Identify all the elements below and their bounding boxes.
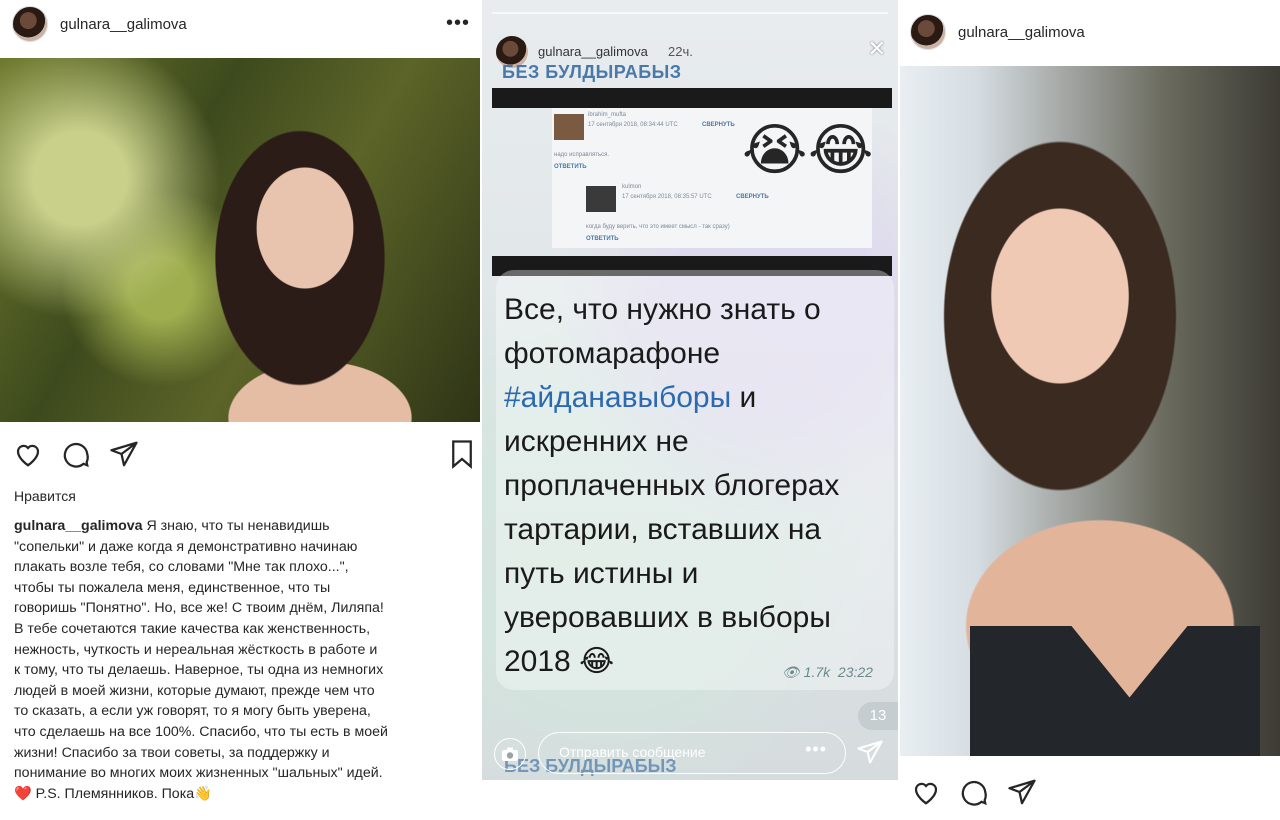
comment-date: 17 сентября 2018, 08:35:57 UTC <box>622 194 712 200</box>
avatar[interactable] <box>910 14 946 50</box>
story-progress-bar <box>492 12 888 14</box>
caption-ps: P.S. Племянников. Пока <box>31 785 195 802</box>
post-actions <box>910 776 1038 808</box>
post-header: gulnara__galimova ••• <box>0 0 480 48</box>
comment-text: когда буду верить, что это имеет смысл -… <box>586 224 730 230</box>
share-direct-icon[interactable] <box>108 438 140 470</box>
heart-emoji-icon: ❤️ <box>14 785 32 802</box>
message-input[interactable]: Отправить сообщение ••• <box>538 732 846 774</box>
username[interactable]: gulnara__galimova <box>958 24 1085 41</box>
camera-icon[interactable] <box>494 738 526 770</box>
comment-date: 17 сентября 2018, 08:34:44 UTC <box>588 122 678 128</box>
likes-label[interactable]: Нравится <box>14 488 76 504</box>
message-placeholder: Отправить сообщение <box>559 744 706 760</box>
caption-line: понимание во многих моих жизненных "шаль… <box>14 765 383 782</box>
caption-line: чтобы ты пожалела меня, единственное, чт… <box>14 579 331 596</box>
close-icon[interactable]: ✕ <box>868 36 886 62</box>
story-text: Все, что нужно знать о фотомарафоне #айд… <box>504 288 884 684</box>
caption-line: что сделаешь на все 100%. Спасибо, что т… <box>14 723 388 740</box>
comment-collapse: СВЕРНУТЬ <box>736 194 769 200</box>
laughing-emoji-icon: 😂 <box>579 645 615 678</box>
post-actions <box>12 438 140 470</box>
message-time: 23:22 <box>837 664 873 680</box>
story-time: 22ч. <box>668 44 693 59</box>
story-viewer[interactable]: gulnara__galimova 22ч. ✕ БЕЗ БУЛДЫРАБЫЗ … <box>482 0 898 780</box>
comment-text: надо исправляться. <box>554 152 610 158</box>
caption-line: нежность, чуткость и нереальная жёсткост… <box>14 641 378 658</box>
more-options-icon[interactable]: ••• <box>446 12 470 35</box>
comment-icon[interactable] <box>958 776 990 808</box>
username[interactable]: gulnara__galimova <box>60 16 187 33</box>
share-direct-icon[interactable] <box>1006 776 1038 808</box>
crying-emoji-icon: 😭 <box>742 118 808 181</box>
story-username[interactable]: gulnara__galimova <box>538 44 648 59</box>
send-direct-icon[interactable] <box>856 738 884 771</box>
caption-username[interactable]: gulnara__galimova <box>14 518 143 534</box>
left-post: gulnara__galimova ••• Нравится gulnara__… <box>0 0 480 820</box>
caption-line: Я знаю, что ты ненавидишь <box>142 518 330 534</box>
bookmark-icon[interactable] <box>446 438 478 470</box>
caption-line: людей в моей жизни, которые думают, преж… <box>14 682 375 699</box>
right-post: gulnara__galimova <box>898 0 1280 820</box>
comment-avatar <box>554 114 584 140</box>
photo-detail <box>970 626 1260 756</box>
post-photo[interactable] <box>0 58 480 422</box>
views-value: 1.7k <box>803 664 831 680</box>
caption-line: то сказать, а если уж говорят, то я могу… <box>14 703 371 720</box>
comment-icon[interactable] <box>60 438 92 470</box>
caption-line: плакать возле тебя, со словами "Мне так … <box>14 559 349 576</box>
avatar[interactable] <box>12 6 48 42</box>
wave-emoji-icon: 👋 <box>194 785 212 802</box>
comment-author: ibrahim_mufta <box>588 112 627 118</box>
comment-avatar <box>586 186 616 212</box>
hashtag-link[interactable]: #айданавыборы <box>504 381 731 414</box>
comment-reply: ОТВЕТИТЬ <box>586 236 619 242</box>
story-text-part: и искренних не проплаченных блогерах тар… <box>504 381 840 678</box>
divider-bar <box>492 88 892 108</box>
comment-reply: ОТВЕТИТЬ <box>554 164 587 170</box>
like-heart-icon[interactable] <box>12 438 44 470</box>
post-header: gulnara__galimova <box>898 8 1280 56</box>
caption-line: жизни! Спасибо за твои советы, за поддер… <box>14 744 330 761</box>
comment-collapse: СВЕРНУТЬ <box>702 122 735 128</box>
post-caption: gulnara__galimova Я знаю, что ты ненавид… <box>14 516 472 804</box>
caption-line: "сопельки" и даже когда я демонстративно… <box>14 538 358 555</box>
channel-name: БЕЗ БУЛДЫРАБЫЗ <box>502 62 682 82</box>
story-text-part: Все, что нужно знать о фотомарафоне <box>504 293 821 370</box>
comment-author: kulmon <box>622 184 642 190</box>
unread-badge: 13 <box>858 702 898 730</box>
caption-line: к тому, что ты делаешь. Наверное, ты одн… <box>14 662 384 679</box>
laughing-emoji-icon: 😂 <box>808 118 874 181</box>
view-count: 👁 1.7k 23:22 <box>782 664 873 680</box>
caption-line: говоришь "Понятно". Но, все же! С твоим … <box>14 600 384 617</box>
post-photo[interactable] <box>900 66 1280 756</box>
caption-line: В тебе сочетаются такие качества как жен… <box>14 620 371 637</box>
more-options-icon[interactable]: ••• <box>805 739 827 760</box>
like-heart-icon[interactable] <box>910 776 942 808</box>
